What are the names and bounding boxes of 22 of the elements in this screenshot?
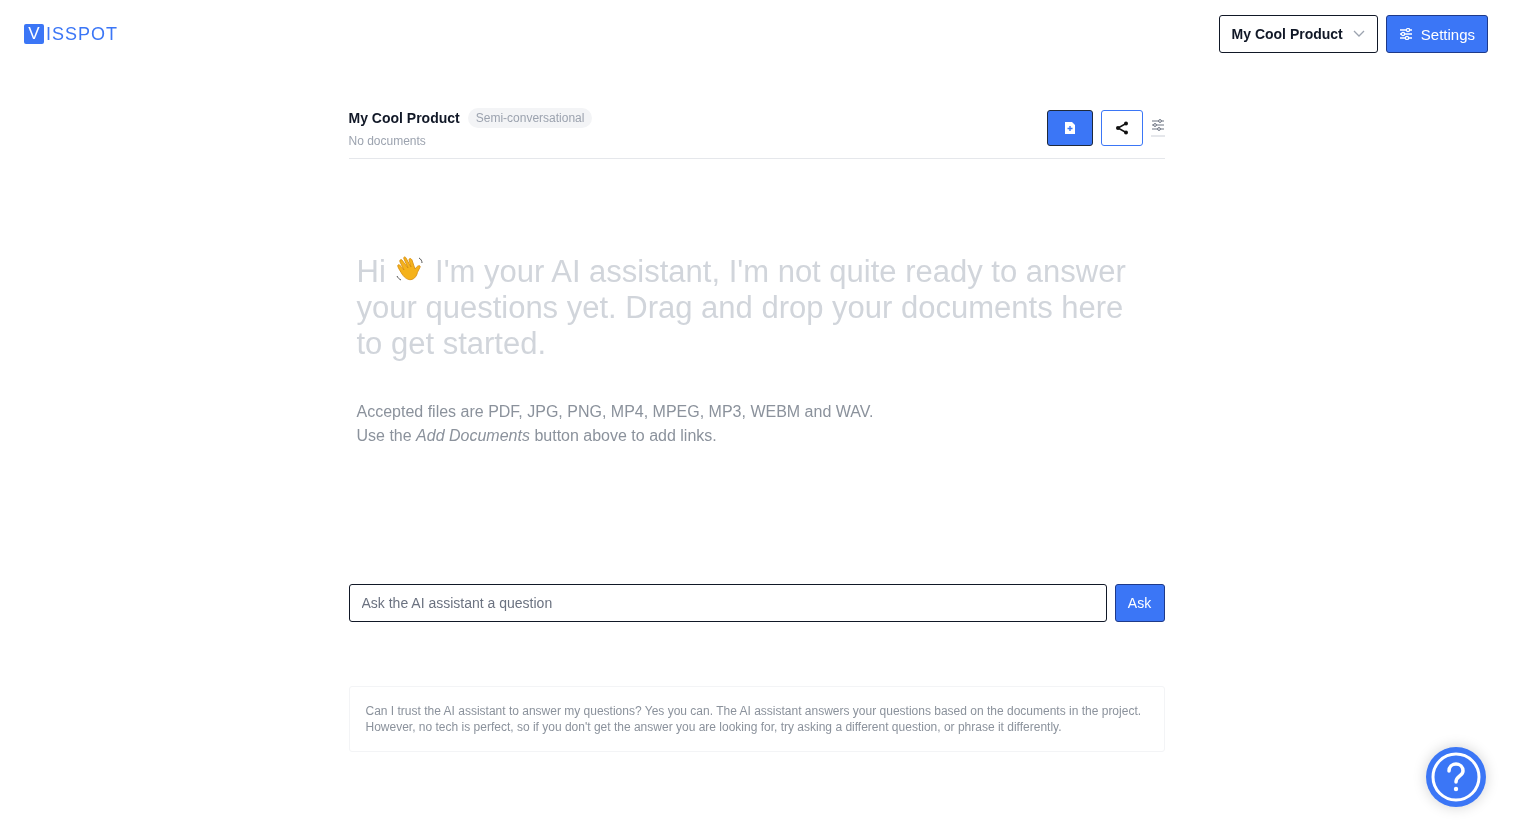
project-title: My Cool Product — [348, 110, 460, 126]
document-count: No documents — [348, 134, 427, 148]
add-document-button[interactable] — [1046, 110, 1093, 146]
chevron-down-icon — [1352, 30, 1365, 38]
sliders-icon[interactable] — [1150, 119, 1165, 137]
settings-button[interactable]: Settings — [1385, 15, 1488, 53]
file-plus-icon — [1063, 121, 1076, 135]
ask-button[interactable]: Ask — [1114, 584, 1165, 622]
logo-mark: V — [24, 24, 44, 44]
mode-badge: Semi-conversational — [467, 108, 593, 128]
sliders-icon — [1398, 28, 1413, 40]
help-note: Use the Add Documents button above to add links. — [356, 426, 718, 446]
question-input[interactable]: Ask the AI assistant a question — [348, 584, 1107, 622]
help-button[interactable] — [1426, 747, 1486, 807]
help-note: Accepted files are PDF, JPG, PNG, MP4, MPEG, MP3, WEBM and WAV. — [356, 402, 875, 422]
product-select[interactable]: My Cool Product — [1218, 15, 1378, 53]
help-icon — [1430, 751, 1482, 803]
logo-text: ISSPOT — [46, 23, 118, 45]
share-icon — [1114, 121, 1129, 135]
share-button[interactable] — [1100, 110, 1143, 146]
disclaimer-text: Can I trust the AI assistant to answer my questions? Yes you can. The AI assistant answers your questions based on the documents in the project. — [365, 703, 1143, 719]
disclaimer-text: However, no tech is perfect, so if you don't get the answer you are looking for, try asking a different question, or phrase it differently. — [365, 719, 1063, 735]
